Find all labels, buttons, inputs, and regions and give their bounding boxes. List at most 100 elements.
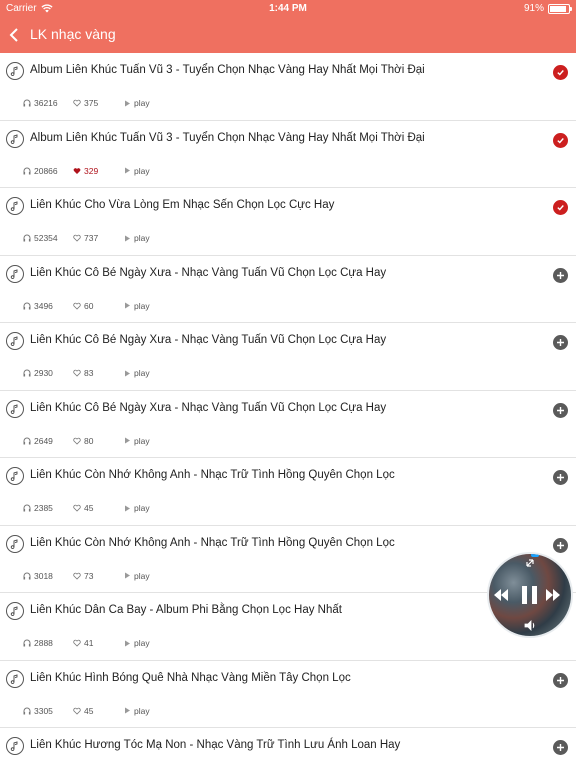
like-button[interactable]: 60 [73,301,124,311]
listen-count: 2385 [23,503,73,513]
song-row[interactable]: Liên Khúc Cô Bé Ngày Xưa - Nhạc Vàng Tuấ… [0,323,576,391]
checkmark-icon [557,137,564,144]
listen-count-value: 2385 [34,503,53,513]
like-button[interactable]: 45 [73,503,124,513]
song-row[interactable]: Album Liên Khúc Tuấn Vũ 3 - Tuyển Chọn N… [0,53,576,121]
add-button[interactable] [553,672,568,688]
headphones-icon [23,707,31,714]
play-button[interactable]: play [124,503,150,513]
listen-count: 2649 [23,436,73,446]
song-title[interactable]: Liên Khúc Cô Bé Ngày Xưa - Nhạc Vàng Tuấ… [30,402,386,414]
song-icon [6,737,24,755]
like-button[interactable]: 41 [73,638,124,648]
like-count-value: 45 [84,503,94,513]
add-button[interactable] [553,740,568,755]
listen-count: 52354 [23,233,73,243]
back-button[interactable] [6,24,24,46]
heart-icon [73,369,81,377]
play-button[interactable]: play [124,301,150,311]
heart-icon [73,437,81,445]
like-count-value: 375 [84,98,99,108]
heart-icon [73,504,81,512]
song-row[interactable]: Liên Khúc Hương Tóc Mạ Non - Nhạc Vàng T… [0,728,576,768]
added-button[interactable] [553,65,568,80]
song-row[interactable]: Liên Khúc Cô Bé Ngày Xưa - Nhạc Vàng Tuấ… [0,256,576,323]
play-icon [125,437,130,444]
play-label: play [134,165,150,176]
like-button[interactable]: 73 [73,571,124,581]
fast-forward-icon[interactable] [546,589,560,601]
heart-icon [73,234,81,242]
play-button[interactable]: play [124,571,150,581]
add-button[interactable] [553,335,568,350]
add-button[interactable] [553,470,568,485]
like-button[interactable]: 737 [73,233,124,243]
battery-fill [550,5,567,12]
song-row[interactable]: Liên Khúc Cô Bé Ngày Xưa - Nhạc Vàng Tuấ… [0,391,576,458]
play-button[interactable]: play [124,98,150,108]
like-count-value: 83 [84,368,94,378]
song-title[interactable]: Liên Khúc Còn Nhớ Không Anh - Nhạc Trữ T… [30,469,395,481]
play-button[interactable]: play [124,166,150,176]
song-row[interactable]: Liên Khúc Còn Nhớ Không Anh - Nhạc Trữ T… [0,458,576,526]
play-button[interactable]: play [124,638,150,648]
like-button[interactable]: 45 [73,706,124,716]
heart-icon [73,302,81,310]
song-list: Album Liên Khúc Tuấn Vũ 3 - Tuyển Chọn N… [0,53,576,768]
listen-count: 2888 [23,638,73,648]
song-row[interactable]: Liên Khúc Hình Bóng Quê Nhà Nhạc Vàng Mi… [0,661,576,728]
song-icon [6,264,24,283]
music-note-icon [10,741,18,751]
song-title[interactable]: Liên Khúc Còn Nhớ Không Anh - Nhạc Trữ T… [30,537,395,549]
song-icon [6,332,24,350]
rewind-icon[interactable] [494,589,508,601]
battery-label: 91% [523,3,544,14]
navigation-bar: LK nhạc vàng [0,20,576,50]
expand-icon[interactable] [526,559,534,567]
pause-icon[interactable] [522,586,537,604]
play-button[interactable]: play [124,436,150,446]
like-count-value: 45 [84,705,94,716]
volume-icon[interactable] [524,620,535,631]
song-row[interactable]: Liên Khúc Cho Vừa Lòng Em Nhạc Sến Chọn … [0,188,576,256]
heart-icon [73,707,81,715]
like-count-value: 737 [84,233,99,243]
song-title[interactable]: Liên Khúc Cho Vừa Lòng Em Nhạc Sến Chọn … [30,199,334,211]
play-icon [125,235,130,241]
listen-count: 2930 [23,368,73,378]
headphones-icon [23,504,31,512]
add-button[interactable] [553,402,568,418]
song-title[interactable]: Liên Khúc Hình Bóng Quê Nhà Nhạc Vàng Mi… [30,672,351,684]
song-stats: 36216 375 play [23,98,150,108]
song-title[interactable]: Liên Khúc Cô Bé Ngày Xưa - Nhạc Vàng Tuấ… [30,267,386,279]
song-title[interactable]: Album Liên Khúc Tuấn Vũ 3 - Tuyển Chọn N… [30,132,425,144]
listen-count: 36216 [23,98,73,108]
like-button[interactable]: 375 [73,98,124,108]
added-button[interactable] [553,132,568,148]
song-stats: 3496 60 play [23,301,150,311]
listen-count-value: 2888 [34,638,53,648]
like-count-value: 60 [84,300,94,311]
play-button[interactable]: play [124,233,150,243]
song-stats: 2385 45 play [23,503,150,513]
music-note-icon [10,538,18,549]
like-button[interactable]: 83 [73,368,124,378]
song-title[interactable]: Liên Khúc Dân Ca Bay - Album Phi Bằng Ch… [30,604,342,616]
mini-player[interactable] [487,552,573,638]
song-row[interactable]: Album Liên Khúc Tuấn Vũ 3 - Tuyển Chọn N… [0,121,576,188]
add-button[interactable] [553,537,568,553]
added-button[interactable] [553,200,568,215]
song-stats: 3305 45 play [23,706,150,716]
like-button[interactable]: 329 [73,166,124,176]
play-button[interactable]: play [124,706,150,716]
song-icon [6,669,24,688]
checkmark-icon [557,70,564,76]
like-button[interactable]: 80 [73,436,124,446]
song-title[interactable]: Liên Khúc Hương Tóc Mạ Non - Nhạc Vàng T… [30,739,400,751]
song-title[interactable]: Album Liên Khúc Tuấn Vũ 3 - Tuyển Chọn N… [30,64,425,76]
plus-icon [557,541,564,549]
music-note-icon [10,268,18,279]
play-button[interactable]: play [124,368,150,378]
add-button[interactable] [553,267,568,283]
song-title[interactable]: Liên Khúc Cô Bé Ngày Xưa - Nhạc Vàng Tuấ… [30,334,386,346]
